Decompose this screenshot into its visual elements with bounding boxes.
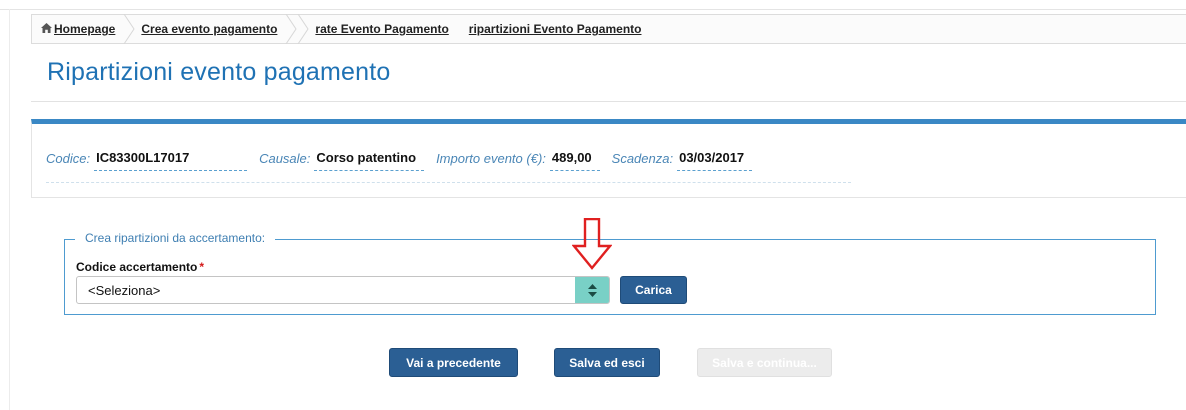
breadcrumb-separator-icon [123,14,135,44]
breadcrumb-item-home[interactable]: Homepage [32,14,141,44]
salva-ed-esci-button[interactable]: Salva ed esci [554,348,660,377]
importo-value: 489,00 [549,146,600,171]
carica-button[interactable]: Carica [620,276,687,304]
scadenza-value: 03/03/2017 [677,146,753,171]
breadcrumb-link-ripartizioni[interactable]: ripartizioni Evento Pagamento [469,22,642,36]
codice-label: Codice: [46,150,91,166]
breadcrumb-separator-icon [297,14,310,44]
causale-label: Causale: [259,150,311,166]
codice-accertamento-label-text: Codice accertamento [76,260,198,274]
breadcrumb-link-crea-evento[interactable]: Crea evento pagamento [141,22,277,36]
title-divider [31,101,1186,102]
page-title: Ripartizioni evento pagamento [47,58,391,86]
codice-value: IC83300L17017 [94,146,248,171]
causale-value: Corso patentino [314,146,425,171]
select-updown-icon[interactable] [575,277,609,303]
vai-a-precedente-button[interactable]: Vai a precedente [389,348,518,377]
home-icon [41,22,52,36]
select-value: <Seleziona> [88,282,161,298]
importo-label: Importo evento (€): [436,150,546,166]
info-divider [46,182,851,183]
codice-accertamento-select[interactable]: <Seleziona> [76,276,610,304]
fieldset-legend: Crea ripartizioni da accertamento: [75,231,276,245]
breadcrumb-separator-icon [285,14,298,44]
breadcrumb-link-rate-evento[interactable]: rate Evento Pagamento [315,22,448,36]
codice-accertamento-label: Codice accertamento * [76,260,204,274]
event-info-panel: Codice: IC83300L17017 Causale: Corso pat… [31,119,1186,198]
breadcrumb-item-crea-evento[interactable]: Crea evento pagamento [141,14,315,44]
event-info-row: Codice: IC83300L17017 Causale: Corso pat… [46,145,764,171]
required-marker: * [199,260,205,274]
salva-e-continua-button[interactable]: Salva e continua... [697,348,832,377]
left-rule [9,9,10,410]
top-rule [0,9,1186,10]
scadenza-label: Scadenza: [611,150,674,166]
annotation-arrow-down-icon [572,218,612,270]
breadcrumb: Homepage Crea evento pagamento rate Even… [31,14,1186,44]
breadcrumb-link-homepage[interactable]: Homepage [54,22,115,36]
breadcrumb-item-rate-evento[interactable]: rate Evento Pagamento [315,15,448,43]
breadcrumb-item-ripartizioni[interactable]: ripartizioni Evento Pagamento [469,15,642,43]
